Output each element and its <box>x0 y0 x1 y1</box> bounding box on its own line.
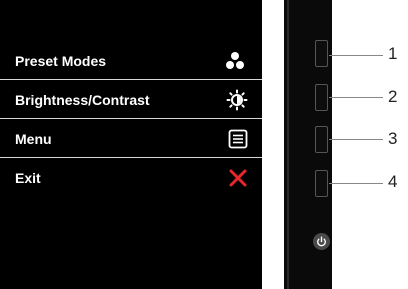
bezel-edge <box>287 0 289 289</box>
menu-item-exit[interactable]: Exit <box>0 165 262 191</box>
menu-item-label: Preset Modes <box>15 53 107 69</box>
menu-item-preset-modes[interactable]: Preset Modes <box>0 48 262 74</box>
monitor-button-1[interactable] <box>315 40 328 67</box>
power-button[interactable] <box>313 233 330 250</box>
menu-icon <box>228 129 248 149</box>
menu-item-brightness-contrast[interactable]: Brightness/Contrast <box>0 87 262 113</box>
menu-divider <box>0 118 262 119</box>
callout-line-4 <box>329 183 383 184</box>
callout-number-2: 2 <box>388 87 398 106</box>
menu-item-label: Menu <box>15 131 52 147</box>
menu-item-label: Brightness/Contrast <box>15 92 150 108</box>
callout-number-3: 3 <box>388 129 398 148</box>
preset-modes-icon <box>226 52 244 69</box>
menu-item-label: Exit <box>15 170 41 186</box>
monitor-button-3[interactable] <box>315 126 328 153</box>
monitor-button-2[interactable] <box>315 84 328 111</box>
menu-divider <box>0 157 262 158</box>
power-icon <box>317 236 326 247</box>
callout-number-1: 1 <box>388 44 398 63</box>
monitor-button-4[interactable] <box>315 170 328 197</box>
exit-x-icon <box>229 169 247 187</box>
callout-number-4: 4 <box>388 172 398 191</box>
callout-line-2 <box>329 97 383 98</box>
menu-divider <box>0 79 262 80</box>
callout-line-3 <box>329 139 383 140</box>
osd-menu-panel: Preset Modes Brightness/Contrast Menu Ex… <box>0 0 262 289</box>
menu-item-menu[interactable]: Menu <box>0 126 262 152</box>
callout-line-1 <box>329 55 383 56</box>
brightness-icon <box>226 89 248 111</box>
